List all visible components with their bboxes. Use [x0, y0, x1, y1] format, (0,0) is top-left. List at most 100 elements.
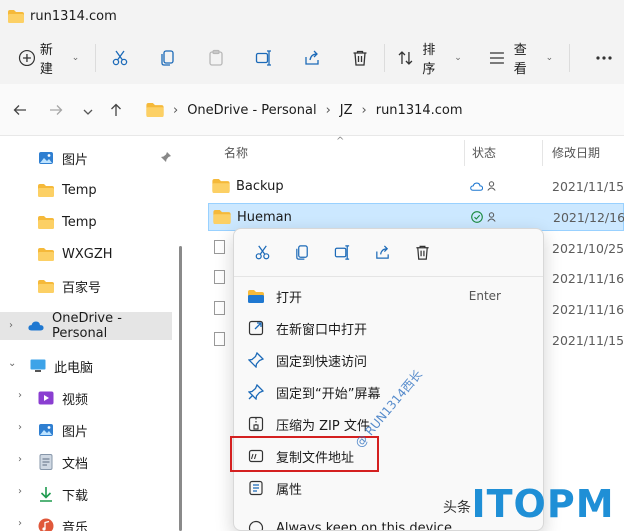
sidebar-item-label: WXGZH [62, 246, 113, 262]
column-divider[interactable] [464, 140, 465, 166]
sort-icon [398, 51, 412, 65]
new-label: 新建 [39, 43, 53, 77]
sidebar-scrollbar[interactable] [179, 246, 182, 531]
sidebar-item-label: 此电脑 [54, 360, 94, 376]
copy-icon [295, 245, 308, 260]
view-icon [489, 52, 504, 64]
chevron-right-icon: › [361, 102, 367, 118]
more-options-button[interactable] [584, 40, 624, 76]
breadcrumb[interactable]: › OneDrive - Personal › JZ › run1314.com [138, 94, 624, 126]
chevron-down-icon[interactable]: ⌄ [8, 358, 16, 369]
breadcrumb-item[interactable]: JZ [340, 103, 353, 118]
copy-button[interactable] [148, 40, 188, 76]
folder-icon [146, 103, 164, 117]
delete-button[interactable] [340, 40, 380, 76]
share-icon [375, 245, 389, 259]
column-header-modified[interactable]: 修改日期 [552, 144, 600, 161]
person-icon [487, 212, 496, 222]
sidebar-item-onedrive[interactable]: › OneDrive - Personal [0, 311, 172, 341]
context-rename-button[interactable] [322, 233, 362, 273]
sidebar-item-temp[interactable]: Temp [38, 176, 97, 204]
menu-item-label: 打开 [276, 290, 303, 306]
menu-item-label: 压缩为 ZIP 文件 [276, 418, 370, 434]
sidebar-item-videos[interactable]: › 视频 [18, 384, 88, 412]
table-row-selected[interactable]: Hueman 2021/12/16 1 [208, 203, 624, 231]
share-button[interactable] [292, 40, 332, 76]
table-row[interactable]: Backup 2021/11/15 1 [206, 172, 624, 200]
paste-button[interactable] [196, 40, 236, 76]
pin-icon[interactable] [160, 151, 172, 166]
new-button[interactable]: 新建 ⌄ [18, 40, 80, 77]
title-bar: run1314.com [0, 0, 624, 32]
sidebar-item-music[interactable]: › 音乐 [18, 512, 88, 531]
chevron-down-icon[interactable] [80, 104, 96, 120]
breadcrumb-item[interactable]: run1314.com [376, 103, 463, 118]
sidebar-item-pictures[interactable]: › 图片 [18, 416, 88, 444]
rename-icon [255, 50, 271, 66]
context-delete-button[interactable] [402, 233, 442, 273]
file-modified: 2021/11/16 1 [552, 301, 624, 317]
sort-button[interactable]: 排序 ⌄ [397, 40, 462, 77]
rename-icon [334, 245, 349, 260]
file-modified: 2021/11/15 1 [552, 178, 624, 194]
file-modified: 2021/11/15 1 [552, 332, 624, 348]
column-header-name[interactable]: 名称 [224, 144, 248, 161]
status-cell [470, 181, 496, 191]
chevron-down-icon: ⌄ [71, 53, 80, 63]
address-bar: › OneDrive - Personal › JZ › run1314.com [0, 84, 624, 136]
menu-item-pin-quick-access[interactable]: 固定到快速访问 [240, 345, 539, 375]
window-title: run1314.com [30, 8, 117, 24]
file-modified: 2021/12/16 1 [553, 209, 624, 225]
menu-item-open[interactable]: 打开 Enter [240, 281, 539, 311]
sidebar-item-downloads[interactable]: › 下载 [18, 480, 88, 508]
chevron-right-icon[interactable]: › [9, 320, 13, 331]
back-arrow-icon[interactable] [12, 102, 28, 118]
navigation-pane: 图片 Temp Temp WXGZH 百家号 › OneDrive - Pers… [0, 136, 184, 531]
chevron-right-icon[interactable]: › [18, 390, 22, 401]
column-header-status[interactable]: 状态 [472, 144, 496, 161]
column-divider[interactable] [542, 140, 543, 166]
file-icon [214, 240, 225, 254]
context-cut-button[interactable] [242, 233, 282, 273]
menu-item-label: 固定到快速访问 [276, 354, 368, 370]
sidebar-item-label: 下载 [62, 488, 89, 504]
folder-icon [213, 210, 231, 224]
divider [383, 44, 385, 72]
rename-button[interactable] [244, 40, 284, 76]
menu-item-open-new-window[interactable]: 在新窗口中打开 [240, 313, 539, 343]
sidebar-item-label: Temp [62, 214, 97, 230]
pin-icon [248, 352, 264, 368]
divider [569, 44, 571, 72]
breadcrumb-item[interactable]: OneDrive - Personal [187, 103, 316, 118]
sidebar-item-label: Temp [62, 182, 97, 198]
view-button[interactable]: 查看 ⌄ [488, 40, 554, 77]
sidebar-item-label: 图片 [62, 152, 89, 168]
sidebar-item-wxgzh[interactable]: WXGZH [38, 240, 113, 268]
file-icon [214, 270, 225, 284]
file-name: Hueman [237, 209, 292, 225]
up-arrow-icon[interactable] [108, 102, 124, 118]
file-modified: 2021/11/16 1 [552, 270, 624, 286]
context-quick-actions [234, 229, 543, 277]
sidebar-item-this-pc[interactable]: ⌄ 此电脑 [8, 352, 93, 380]
cut-button[interactable] [100, 40, 140, 76]
file-modified: 2021/10/25 1 [552, 240, 624, 256]
sidebar-item-temp[interactable]: Temp [38, 208, 97, 236]
sidebar-item-pictures-pinned[interactable]: 图片 [38, 144, 88, 172]
chevron-right-icon[interactable]: › [18, 454, 22, 465]
context-share-button[interactable] [362, 233, 402, 273]
chevron-right-icon[interactable]: › [18, 422, 22, 433]
sidebar-item-baijiahao[interactable]: 百家号 [38, 272, 101, 300]
chevron-right-icon: › [173, 102, 179, 118]
chevron-right-icon[interactable]: › [18, 486, 22, 497]
sidebar-item-label: 音乐 [62, 520, 89, 531]
forward-arrow-icon[interactable] [48, 102, 64, 118]
logo-text: ITOPM [471, 481, 615, 526]
trash-icon [353, 50, 367, 66]
chevron-right-icon[interactable]: › [18, 518, 22, 529]
divider [95, 44, 97, 72]
folder-icon [38, 182, 54, 198]
context-copy-button[interactable] [282, 233, 322, 273]
chevron-down-icon: ⌄ [545, 53, 554, 63]
sidebar-item-documents[interactable]: › 文档 [18, 448, 88, 476]
